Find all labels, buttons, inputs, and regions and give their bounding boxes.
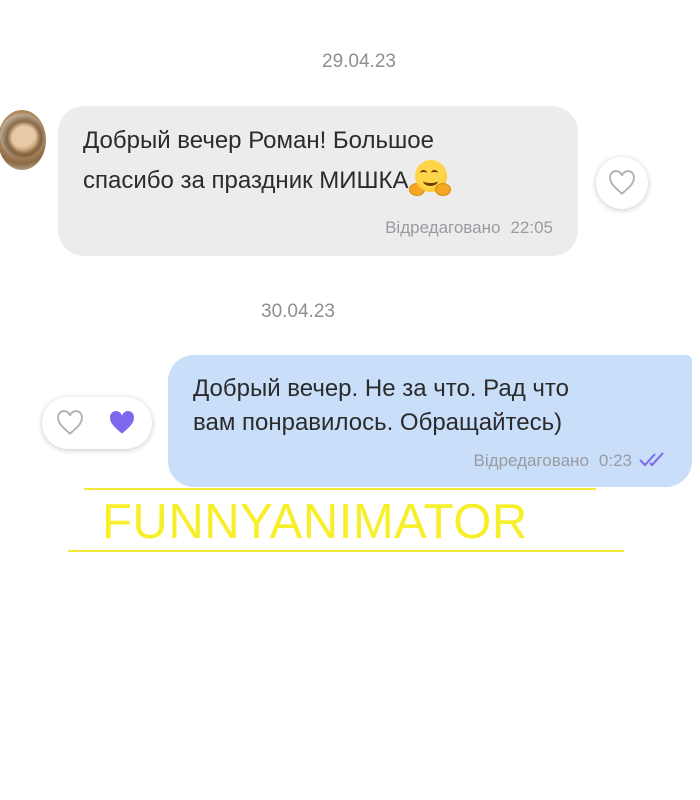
message-text-line-2: спасибо за праздник МИШКА — [83, 167, 409, 194]
date-separator: 30.04.23 — [261, 301, 335, 322]
edited-label: Відредаговано — [473, 451, 589, 470]
message-text-line-1: Добрый вечер Роман! Большое — [83, 127, 434, 154]
heart-outline-icon[interactable] — [44, 397, 96, 449]
message-meta: Відредаговано 22:05 — [385, 218, 553, 238]
heart-filled-icon[interactable] — [96, 397, 148, 449]
watermark: FUNNYANIMATOR — [68, 488, 624, 554]
date-separator: 29.04.23 — [322, 51, 396, 72]
message-time: 0:23 — [598, 451, 632, 470]
outgoing-message-bubble[interactable]: Добрый вечер. Не за что. Рад что вам пон… — [168, 355, 692, 487]
edited-label: Відредаговано — [385, 218, 501, 237]
message-text: Добрый вечер. Не за что. Рад что вам пон… — [193, 375, 569, 436]
double-check-icon — [639, 452, 664, 467]
watermark-text: FUNNYANIMATOR — [102, 495, 528, 549]
incoming-message-bubble[interactable]: Добрый вечер Роман! Большое спасибо за пр… — [58, 106, 578, 256]
message-text: Добрый вечер Роман! Большое спасибо за пр… — [83, 124, 563, 198]
hugging-face-emoji-icon — [408, 158, 451, 196]
watermark-line-top — [84, 488, 596, 490]
message-time: 22:05 — [510, 218, 553, 237]
watermark-line-bottom — [68, 550, 624, 552]
heart-outline-icon[interactable] — [596, 157, 648, 209]
sender-avatar[interactable] — [0, 110, 46, 170]
reaction-bar — [42, 397, 152, 449]
message-meta: Відредаговано 0:23 — [474, 451, 632, 471]
